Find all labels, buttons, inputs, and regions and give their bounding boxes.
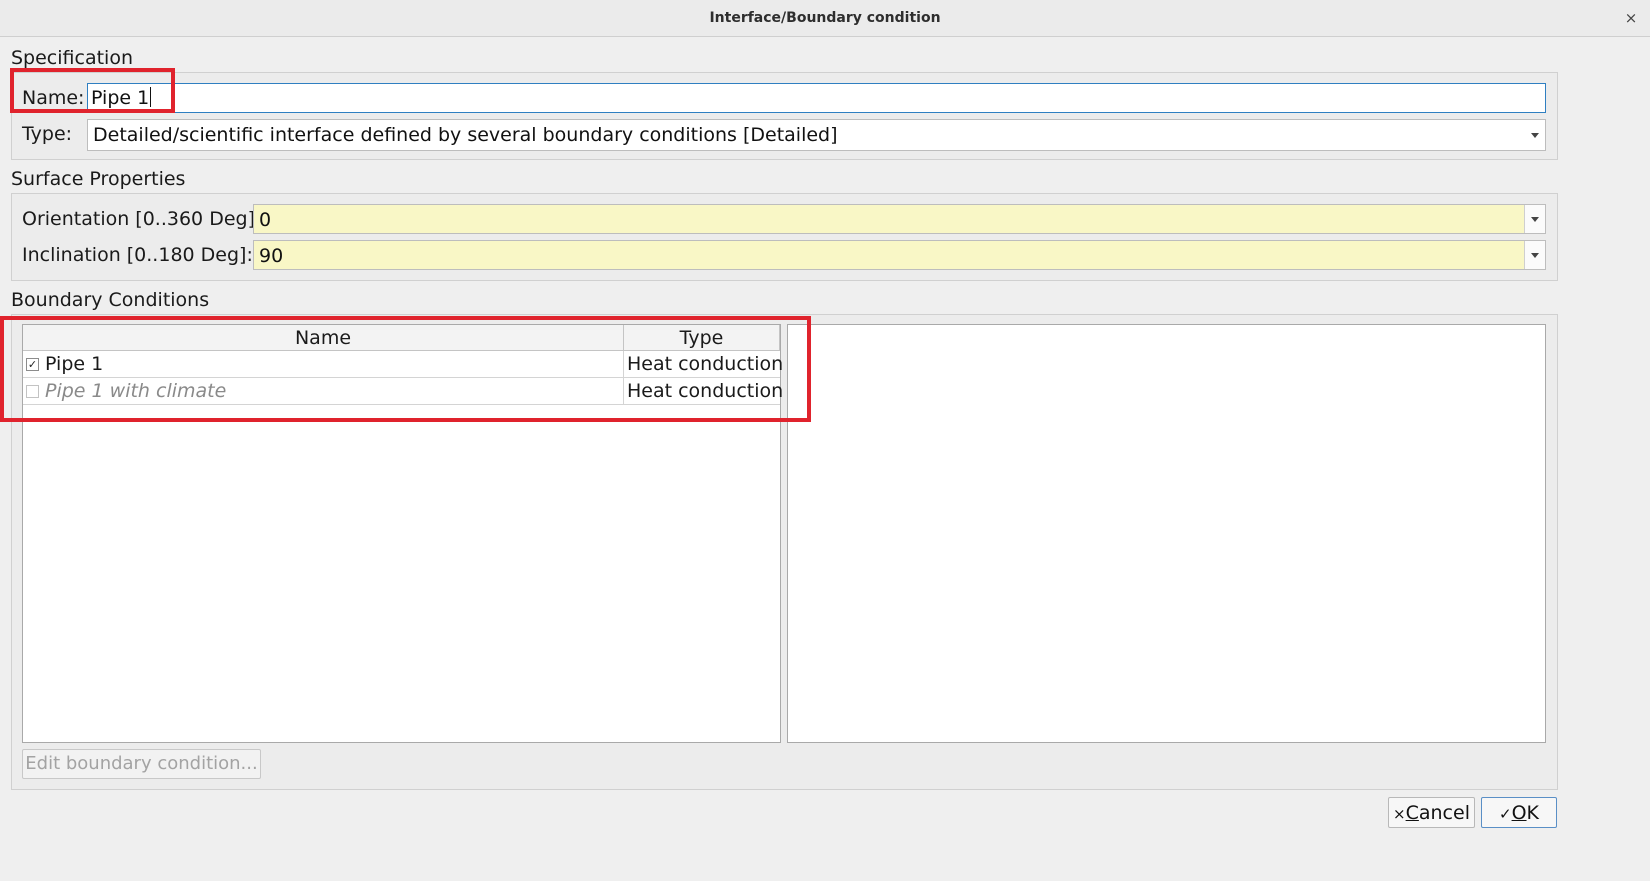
boundary-details-panel [787,324,1546,743]
type-select-value: Detailed/scientific interface defined by… [93,124,838,146]
inclination-combo[interactable]: 90 [253,240,1546,270]
close-icon[interactable]: × [1620,8,1642,30]
cancel-label: ancel [1418,802,1470,824]
boundary-section-label: Boundary Conditions [11,289,210,311]
close-icon: × [1393,805,1406,823]
orientation-combo[interactable]: 0 [253,204,1546,234]
type-select[interactable]: Detailed/scientific interface defined by… [87,119,1546,151]
orientation-label: Orientation [0..360 Deg]: [22,208,262,230]
chevron-down-icon[interactable] [1525,120,1545,150]
name-input[interactable]: Pipe 1 [87,83,1546,113]
type-label: Type: [22,123,73,145]
chevron-down-icon[interactable] [1524,241,1545,269]
cancel-button[interactable]: ×Cancel [1388,797,1475,828]
ok-mnemonic: O [1511,802,1527,824]
chevron-down-icon[interactable] [1524,205,1545,233]
edit-boundary-condition-button[interactable]: Edit boundary condition... [22,749,261,779]
cancel-mnemonic: C [1405,802,1419,824]
inclination-label: Inclination [0..180 Deg]: [22,244,253,266]
checkmark-icon: ✓ [1498,805,1512,823]
orientation-value: 0 [259,209,272,231]
highlight-box [0,316,811,422]
surface-section-label: Surface Properties [11,168,186,190]
highlight-box [10,68,175,113]
ok-button[interactable]: ✓OK [1481,797,1557,828]
window-title: Interface/Boundary condition [709,10,941,26]
specification-section-label: Specification [11,47,133,69]
ok-label: K [1526,802,1539,824]
inclination-value: 90 [259,245,284,267]
